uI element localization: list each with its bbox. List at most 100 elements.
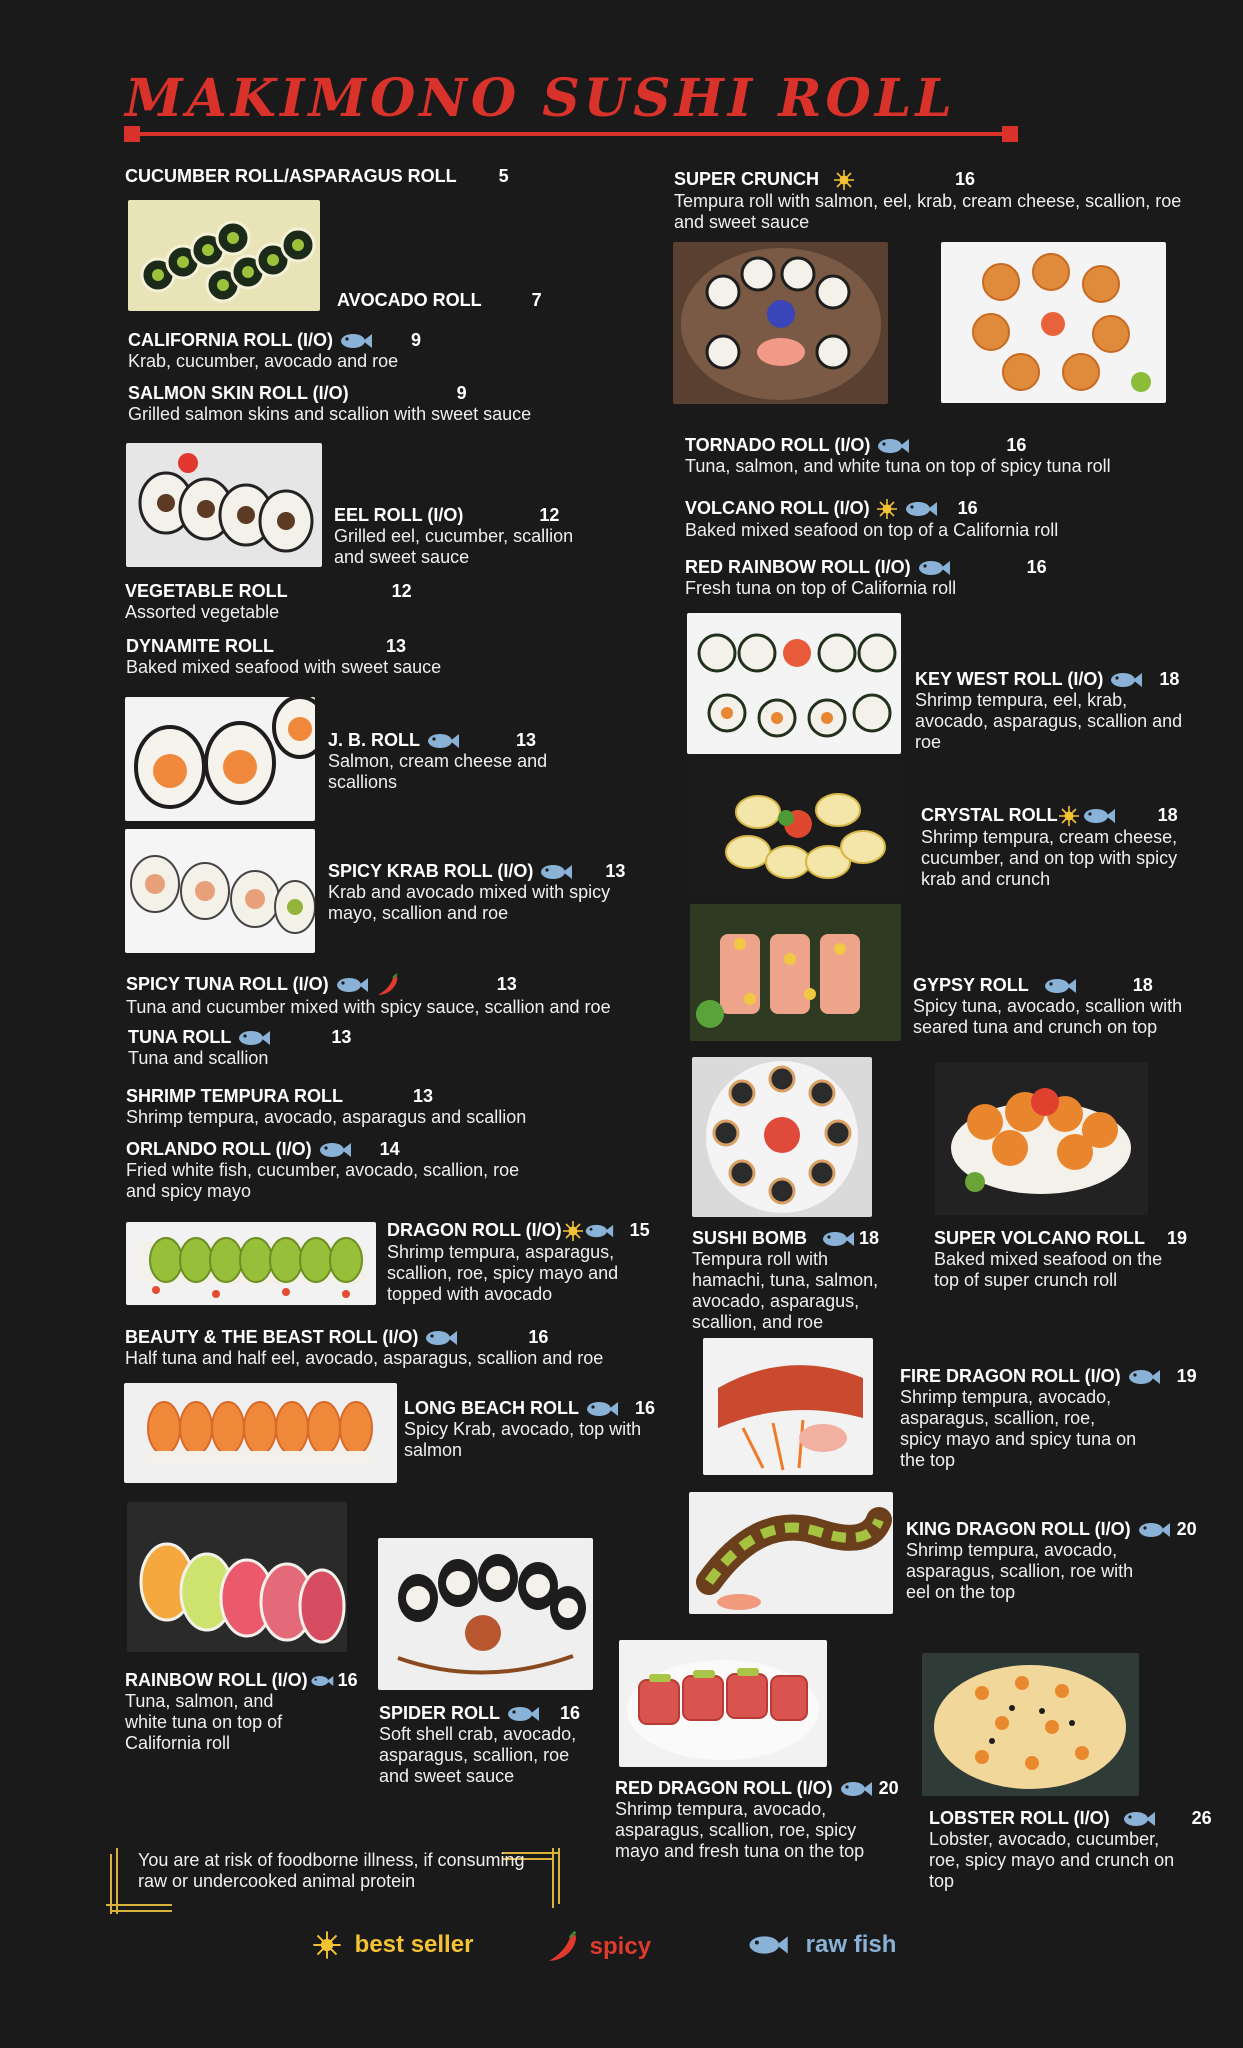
item-name: SUPER VOLCANO ROLL: [934, 1228, 1146, 1248]
menu-item: AVOCADO ROLL 7: [337, 289, 767, 311]
item-price: 16: [635, 1398, 656, 1418]
raw-fish-icon: [749, 1936, 788, 1954]
raw-fish-icon: [508, 1707, 540, 1722]
item-name: VEGETABLE ROLL: [125, 581, 288, 601]
menu-item: SUSHI BOMB 18 Tempura roll with hamachi, …: [692, 1227, 912, 1333]
item-description: Shrimp tempura, avocado, asparagus, scal…: [906, 1540, 1134, 1603]
item-name: SALMON SKIN ROLL (I/O): [128, 383, 349, 403]
raw-fish-icon: [428, 734, 460, 749]
item-description: Grilled eel, cucumber, scallion and swee…: [334, 526, 574, 567]
menu-item: GYPSY ROLL 18 Spicy tuna, avocado, scalli…: [913, 974, 1213, 1038]
red-dragon-roll-photo: [619, 1640, 827, 1767]
best-seller-icon: [313, 1931, 341, 1959]
item-price: 20: [878, 1778, 899, 1798]
raw-fish-icon: [541, 865, 573, 880]
legend-raw-fish: raw fish: [747, 1930, 896, 1959]
item-description: Grilled salmon skins and scallion with s…: [128, 404, 532, 424]
raw-fish-icon: [336, 978, 368, 993]
rainbow-roll-photo: [127, 1502, 347, 1652]
jb-roll-photo: [125, 697, 315, 821]
item-price: 18: [859, 1228, 880, 1248]
item-price: 18: [1157, 805, 1178, 825]
super-crunch-photo-2: [941, 242, 1166, 403]
item-description: Baked mixed seafood on the top of super …: [934, 1249, 1163, 1290]
menu-item: EEL ROLL (I/O) 12 Grilled eel, cucumber, …: [334, 504, 594, 568]
raw-fish-icon: [585, 1225, 613, 1238]
item-description: Fresh tuna on top of California roll: [685, 578, 957, 599]
raw-fish-icon: [587, 1402, 618, 1417]
item-price: 13: [331, 1027, 352, 1047]
item-price: 19: [1167, 1228, 1188, 1248]
item-name: LONG BEACH ROLL: [404, 1398, 579, 1418]
raw-fish-icon: [878, 439, 910, 454]
legend-spicy: spicy: [545, 1930, 651, 1964]
item-description: Spicy tuna, avocado, scallion with seare…: [913, 996, 1183, 1038]
menu-item: SUPER VOLCANO ROLL 19 Baked mixed seafood…: [934, 1227, 1194, 1291]
item-description: Krab, cucumber, avocado and roe: [128, 351, 399, 372]
menu-item: RED DRAGON ROLL (I/O) 20 Shrimp tempura, …: [615, 1777, 915, 1862]
best-seller-icon: [834, 170, 855, 191]
item-description: Salmon, cream cheese and scallions: [328, 751, 548, 793]
item-price: 16: [337, 1670, 358, 1690]
item-name: RED DRAGON ROLL (I/O): [615, 1778, 833, 1798]
menu-item: VEGETABLE ROLL 12 Assorted vegetable: [125, 580, 555, 623]
item-price: 16: [560, 1703, 581, 1723]
legend-best-seller: best seller: [312, 1930, 473, 1960]
item-name: J. B. ROLL: [328, 730, 421, 750]
item-price: 18: [1159, 669, 1180, 689]
raw-fish-icon: [1044, 979, 1076, 994]
item-price: 12: [391, 581, 412, 601]
item-name: CUCUMBER ROLL/ASPARAGUS ROLL: [125, 166, 457, 186]
item-name: SPICY KRAB ROLL (I/O): [328, 861, 534, 881]
sushi-bomb-photo: [692, 1057, 872, 1217]
raw-fish-icon: [319, 1143, 351, 1158]
item-name: CALIFORNIA ROLL (I/O): [128, 330, 333, 350]
item-name: SUSHI BOMB: [692, 1228, 808, 1248]
item-description: Shrimp tempura, cream cheese, cucumber, …: [921, 827, 1178, 890]
item-price: 26: [1191, 1808, 1212, 1828]
menu-item: SALMON SKIN ROLL (I/O) 9 Grilled salmon s…: [128, 382, 588, 425]
best-seller-icon: [1058, 806, 1079, 827]
raw-fish-icon: [823, 1232, 855, 1247]
menu-item: SUPER CRUNCH 16 Tempura roll with salmon,…: [674, 168, 1194, 233]
item-description: Tuna, salmon, and white tuna on top of s…: [685, 456, 1111, 477]
item-name: DYNAMITE ROLL: [126, 636, 274, 656]
item-name: TORNADO ROLL (I/O): [685, 435, 871, 455]
item-price: 13: [496, 974, 517, 994]
menu-item: FIRE DRAGON ROLL (I/O) 19 Shrimp tempura,…: [900, 1365, 1220, 1471]
item-name: ORLANDO ROLL (I/O): [126, 1139, 312, 1159]
spicy-icon: [377, 973, 398, 996]
raw-fish-icon: [311, 1676, 333, 1687]
underline-cap-left: [124, 126, 140, 142]
menu-item: TUNA ROLL 13 Tuna and scallion: [128, 1026, 558, 1069]
menu-item: RAINBOW ROLL (I/O) 16 Tuna, salmon, and w…: [125, 1669, 375, 1754]
menu-item: KEY WEST ROLL (I/O) 18 Shrimp tempura, ee…: [915, 668, 1215, 753]
title-underline: [128, 132, 1008, 136]
item-description: Assorted vegetable: [125, 602, 280, 622]
menu-item: CALIFORNIA ROLL (I/O) 9 Krab, cucumber, a…: [128, 329, 558, 372]
eel-roll-photo: [126, 443, 322, 567]
item-price: 16: [1006, 435, 1027, 455]
item-price: 13: [605, 861, 626, 881]
item-name: SUPER CRUNCH: [674, 169, 820, 189]
item-name: KING DRAGON ROLL (I/O): [906, 1519, 1131, 1539]
raw-fish-icon: [1123, 1812, 1155, 1827]
menu-item: SPICY TUNA ROLL (I/O) 13 Tuna and cucumbe…: [126, 973, 686, 1018]
item-name: LOBSTER ROLL (I/O): [929, 1808, 1110, 1828]
raw-fish-icon: [1111, 673, 1143, 688]
raw-fish-icon: [1083, 809, 1115, 824]
item-description: Tuna and scallion: [128, 1048, 269, 1069]
notice-frame-line: [558, 1848, 560, 1904]
menu-item: VOLCANO ROLL (I/O) 16 Baked mixed seafood…: [685, 497, 1205, 541]
notice-frame-line: [112, 1910, 172, 1912]
item-price: 15: [629, 1220, 650, 1240]
item-description: Spicy Krab, avocado, top with salmon: [404, 1419, 642, 1461]
king-dragon-roll-photo: [689, 1492, 893, 1614]
item-name: FIRE DRAGON ROLL (I/O): [900, 1366, 1121, 1386]
spicy-krab-roll-photo: [125, 829, 315, 953]
item-price: 18: [1132, 975, 1153, 995]
menu-item: ORLANDO ROLL (I/O) 14 Fried white fish, c…: [126, 1138, 566, 1202]
menu-item: LOBSTER ROLL (I/O) 26 Lobster, avocado, c…: [929, 1807, 1229, 1892]
item-name: VOLCANO ROLL (I/O): [685, 498, 870, 518]
item-price: 13: [386, 636, 407, 656]
